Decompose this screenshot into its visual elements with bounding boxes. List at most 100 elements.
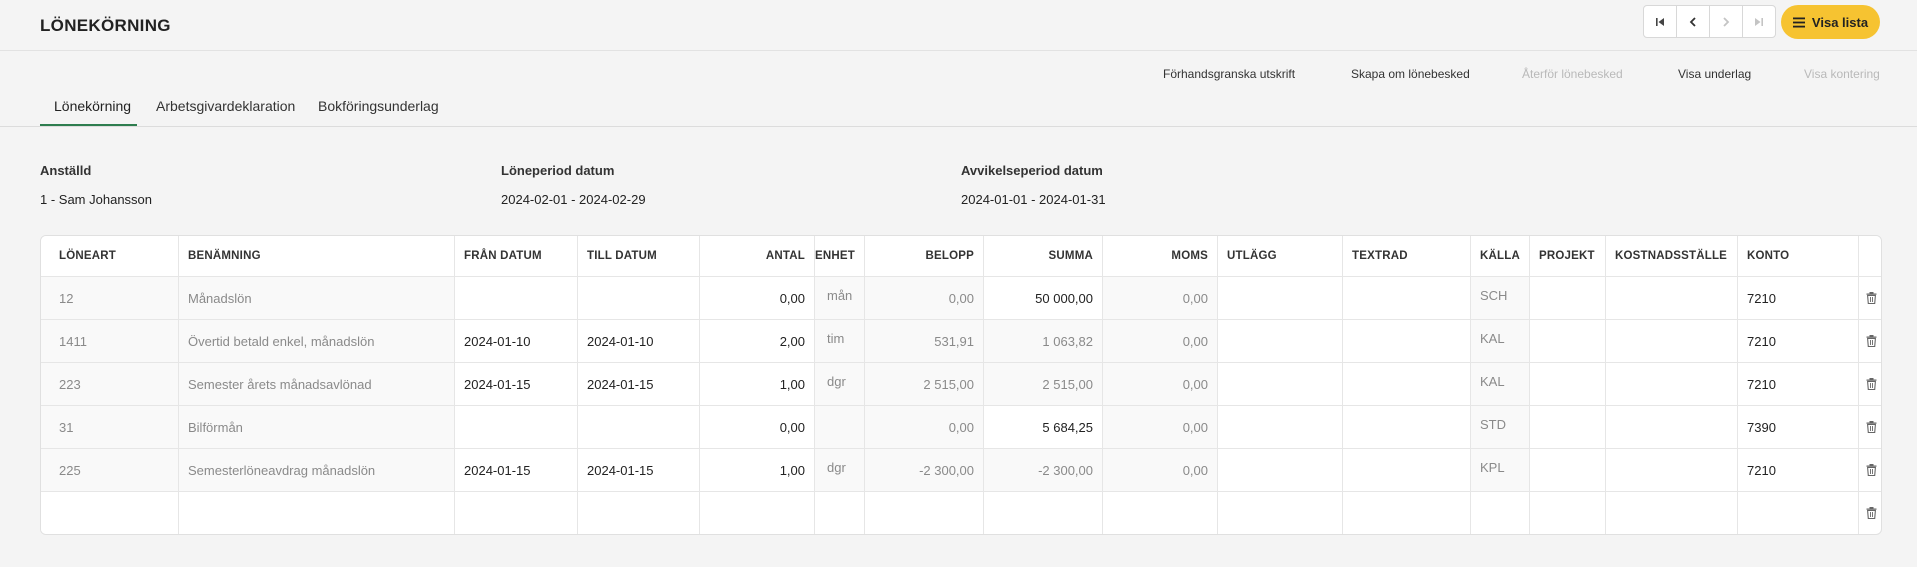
cell-fran[interactable] [455,492,578,534]
cell-antal[interactable]: 1,00 [700,449,815,491]
cell-loneart[interactable]: 225 [41,449,179,491]
tab-lonekorning[interactable]: Lönekörning [54,98,131,114]
column-header[interactable]: PROJEKT [1530,236,1606,276]
column-header[interactable]: KÄLLA [1471,236,1530,276]
cell-textrad[interactable] [1343,492,1471,534]
cell-summa[interactable]: 2 515,00 [984,363,1103,405]
cell-kostnadsstalle[interactable] [1606,492,1738,534]
column-header[interactable]: KONTO [1738,236,1859,276]
delete-row-button[interactable] [1859,492,1881,534]
cell-loneart[interactable] [41,492,179,534]
cell-utlagg[interactable] [1218,363,1343,405]
cell-textrad[interactable] [1343,363,1471,405]
cell-enhet[interactable] [815,492,865,534]
table-row[interactable]: 1411 Övertid betald enkel, månadslön 2024-… [41,320,1881,363]
cell-projekt[interactable] [1530,492,1606,534]
cell-konto[interactable]: 7210 [1738,320,1859,362]
cell-benamning[interactable]: Bilförmån [179,406,455,448]
cell-kostnadsstalle[interactable] [1606,449,1738,491]
cell-fran[interactable] [455,277,578,319]
cell-belopp[interactable]: 0,00 [865,406,984,448]
cell-utlagg[interactable] [1218,320,1343,362]
cell-loneart[interactable]: 223 [41,363,179,405]
cell-belopp[interactable]: 2 515,00 [865,363,984,405]
visa-lista-button[interactable]: Visa lista [1781,5,1880,39]
cell-enhet[interactable]: dgr [815,449,865,491]
cell-utlagg[interactable] [1218,277,1343,319]
cell-kostnadsstalle[interactable] [1606,363,1738,405]
cell-kalla[interactable] [1471,492,1530,534]
cell-fran[interactable]: 2024-01-15 [455,449,578,491]
cell-fran[interactable] [455,406,578,448]
column-header[interactable]: FRÅN DATUM [455,236,578,276]
cell-konto[interactable]: 7210 [1738,363,1859,405]
cell-moms[interactable] [1103,492,1218,534]
cell-konto[interactable]: 7390 [1738,406,1859,448]
cell-till[interactable]: 2024-01-15 [578,363,700,405]
delete-row-button[interactable] [1859,406,1881,448]
cell-konto[interactable] [1738,492,1859,534]
cell-projekt[interactable] [1530,363,1606,405]
cell-fran[interactable]: 2024-01-10 [455,320,578,362]
delete-row-button[interactable] [1859,363,1881,405]
cell-antal[interactable] [700,492,815,534]
cell-moms[interactable]: 0,00 [1103,363,1218,405]
column-header[interactable]: BENÄMNING [179,236,455,276]
cell-moms[interactable]: 0,00 [1103,320,1218,362]
delete-row-button[interactable] [1859,320,1881,362]
cell-projekt[interactable] [1530,449,1606,491]
cell-loneart[interactable]: 31 [41,406,179,448]
cell-utlagg[interactable] [1218,449,1343,491]
cell-till[interactable]: 2024-01-10 [578,320,700,362]
column-header[interactable]: ANTAL [700,236,815,276]
previous-record-button[interactable] [1676,5,1710,38]
cell-textrad[interactable] [1343,406,1471,448]
delete-row-button[interactable] [1859,277,1881,319]
cell-summa[interactable] [984,492,1103,534]
cell-summa[interactable]: -2 300,00 [984,449,1103,491]
cell-projekt[interactable] [1530,406,1606,448]
tab-bokforingsunderlag[interactable]: Bokföringsunderlag [318,98,439,114]
table-row[interactable]: 31 Bilförmån 0,00 0,00 5 684,25 0,00 STD 7390 [41,406,1881,449]
cell-enhet[interactable]: dgr [815,363,865,405]
cell-kalla[interactable]: KAL [1471,363,1530,405]
cell-benamning[interactable]: Månadslön [179,277,455,319]
cell-textrad[interactable] [1343,449,1471,491]
cell-textrad[interactable] [1343,277,1471,319]
column-header[interactable]: TILL DATUM [578,236,700,276]
column-header[interactable]: UTLÄGG [1218,236,1343,276]
cell-loneart[interactable]: 12 [41,277,179,319]
cell-summa[interactable]: 1 063,82 [984,320,1103,362]
cell-kalla[interactable]: KAL [1471,320,1530,362]
cell-benamning[interactable]: Semester årets månadsavlönad [179,363,455,405]
column-header[interactable]: MOMS [1103,236,1218,276]
cell-antal[interactable]: 2,00 [700,320,815,362]
cell-projekt[interactable] [1530,320,1606,362]
cell-till[interactable]: 2024-01-15 [578,449,700,491]
cell-konto[interactable]: 7210 [1738,277,1859,319]
cell-till[interactable] [578,492,700,534]
cell-loneart[interactable]: 1411 [41,320,179,362]
column-header[interactable]: ENHET [815,236,865,276]
show-basis-action[interactable]: Visa underlag [1678,67,1751,81]
cell-till[interactable] [578,277,700,319]
column-header[interactable]: BELOPP [865,236,984,276]
cell-antal[interactable]: 1,00 [700,363,815,405]
cell-kalla[interactable]: SCH [1471,277,1530,319]
table-row[interactable]: 12 Månadslön 0,00 mån 0,00 50 000,00 0,00 SCH 72… [41,277,1881,320]
cell-belopp[interactable]: 0,00 [865,277,984,319]
cell-benamning[interactable] [179,492,455,534]
tab-arbetsgivardeklaration[interactable]: Arbetsgivardeklaration [156,98,295,114]
column-header[interactable]: LÖNEART [41,236,179,276]
column-header[interactable]: SUMMA [984,236,1103,276]
cell-benamning[interactable]: Semesterlöneavdrag månadslön [179,449,455,491]
next-record-button[interactable] [1709,5,1743,38]
column-header[interactable]: KOSTNADSSTÄLLE [1606,236,1738,276]
last-record-button[interactable] [1742,5,1776,38]
cell-till[interactable] [578,406,700,448]
cell-konto[interactable]: 7210 [1738,449,1859,491]
cell-kostnadsstalle[interactable] [1606,320,1738,362]
cell-moms[interactable]: 0,00 [1103,406,1218,448]
cell-utlagg[interactable] [1218,406,1343,448]
table-row[interactable]: 223 Semester årets månadsavlönad 2024-01-1… [41,363,1881,406]
